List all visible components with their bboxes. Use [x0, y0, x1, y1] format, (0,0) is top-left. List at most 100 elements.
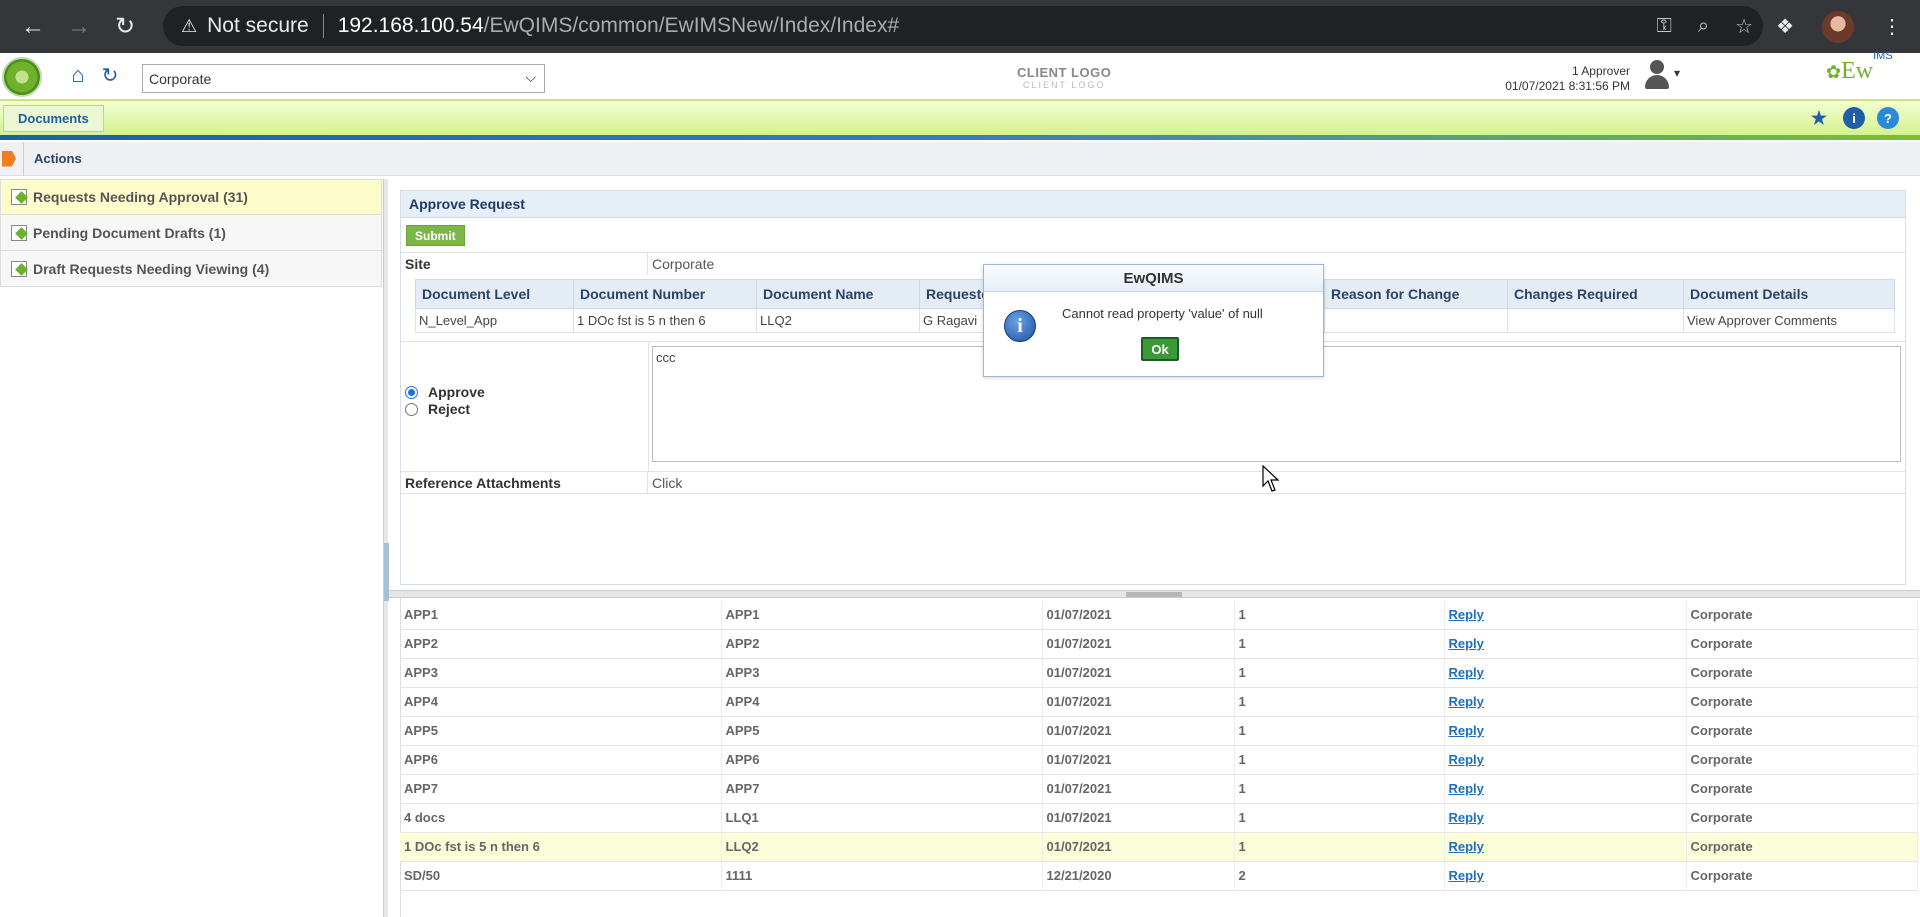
cell-document-number: APP7: [400, 774, 722, 804]
reply-link[interactable]: Reply: [1444, 861, 1687, 891]
menu-icon[interactable]: ⋮: [1882, 14, 1902, 39]
brand-logo: ✿EwIMS: [1826, 50, 1893, 85]
client-logo-mirror: CLIENT LOGO: [1022, 80, 1106, 90]
submit-button[interactable]: Submit: [406, 225, 465, 246]
reply-link[interactable]: Reply: [1444, 629, 1687, 659]
reply-link[interactable]: Reply: [1444, 803, 1687, 833]
key-icon[interactable]: ⚿: [1657, 15, 1672, 38]
column-header: Document Level: [415, 279, 574, 309]
table-row[interactable]: APP5 APP5 01/07/2021 1 Reply Corporate: [400, 716, 1918, 746]
forward-icon[interactable]: →: [56, 4, 102, 50]
splitter-handle[interactable]: [1126, 592, 1182, 597]
actions-sidebar: Requests Needing Approval (31) Pending D…: [0, 179, 382, 287]
browser-actions: ❖ ⋮: [1776, 0, 1920, 53]
table-row[interactable]: 1 DOc fst is 5 n then 6 LLQ2 01/07/2021 1 Re…: [400, 832, 1918, 862]
reply-link[interactable]: Reply: [1444, 687, 1687, 717]
home-icon[interactable]: ⌂: [64, 61, 92, 89]
reply-link[interactable]: Reply: [1444, 716, 1687, 746]
address-bar[interactable]: ⚠ Not secure 192.168.100.54/EwQIMS/commo…: [163, 6, 1763, 46]
cell-document-name: APP1: [721, 600, 1043, 630]
user-info: 1 Approver 01/07/2021 8:31:56 PM: [1480, 64, 1630, 94]
profile-icon[interactable]: [1822, 10, 1854, 43]
table-row[interactable]: APP7 APP7 01/07/2021 1 Reply Corporate: [400, 774, 1918, 804]
vertical-splitter[interactable]: [383, 179, 389, 917]
extensions-icon[interactable]: ❖: [1776, 14, 1794, 39]
brand-main: Ew: [1841, 58, 1874, 84]
help-icon[interactable]: ?: [1877, 107, 1899, 129]
cell-count: 1: [1234, 658, 1445, 688]
site-select[interactable]: Corporate ⌵: [142, 64, 545, 93]
zoom-icon[interactable]: ⌕: [1698, 15, 1709, 38]
breadcrumb: Actions: [0, 141, 1920, 176]
refresh-icon[interactable]: ↻: [96, 61, 124, 89]
approve-radio[interactable]: [405, 385, 418, 399]
info-icon[interactable]: i: [1843, 107, 1865, 129]
table-row[interactable]: APP4 APP4 01/07/2021 1 Reply Corporate: [400, 687, 1918, 717]
approve-option[interactable]: Approve: [405, 384, 485, 400]
cell-document-number: SD/50: [400, 861, 722, 891]
reply-link[interactable]: Reply: [1444, 600, 1687, 630]
cell-date: 01/07/2021: [1042, 716, 1235, 746]
not-secure-label: Not secure: [207, 14, 309, 37]
cell-document-number: APP5: [400, 716, 722, 746]
cell-document-number: APP1: [400, 600, 722, 630]
cell-date: 01/07/2021: [1042, 745, 1235, 775]
brand-flower-icon: ✿: [1826, 62, 1842, 82]
reject-radio[interactable]: [405, 402, 418, 416]
cell-document-name: LLQ1: [721, 803, 1043, 833]
reply-link[interactable]: Reply: [1444, 832, 1687, 862]
cell-site: Corporate: [1686, 716, 1918, 746]
cell-document-name: APP4: [721, 687, 1043, 717]
cell-site: Corporate: [1686, 600, 1918, 630]
sidebar-item-label: Draft Requests Needing Viewing (4): [33, 260, 270, 277]
reject-option[interactable]: Reject: [405, 401, 470, 417]
draft-view-icon: [11, 260, 27, 277]
attachments-click-link[interactable]: Click: [648, 472, 682, 493]
cell-date: 01/07/2021: [1042, 600, 1235, 630]
sidebar-item-requests-needing-approval[interactable]: Requests Needing Approval (31): [0, 179, 382, 215]
table-row[interactable]: APP3 APP3 01/07/2021 1 Reply Corporate: [400, 658, 1918, 688]
info-icon: i: [1004, 310, 1036, 342]
back-icon[interactable]: ←: [10, 4, 56, 50]
reload-icon[interactable]: ↻: [102, 4, 148, 50]
user-role: 1 Approver: [1571, 64, 1630, 78]
table-row[interactable]: 4 docs LLQ1 01/07/2021 1 Reply Corporate: [400, 803, 1918, 833]
client-logo: CLIENT LOGO CLIENT LOGO: [1017, 66, 1111, 92]
sidebar-item-draft-requests-needing-viewing[interactable]: Draft Requests Needing Viewing (4): [0, 251, 382, 287]
horizontal-splitter[interactable]: [389, 590, 1920, 598]
site-label: Site: [401, 253, 648, 275]
document-number-link[interactable]: 1 DOc fst is 5 n then 6: [573, 308, 757, 333]
cell-document-name: 1111: [721, 861, 1043, 891]
reply-link[interactable]: Reply: [1444, 774, 1687, 804]
table-row[interactable]: SD/50 1111 12/21/2020 2 Reply Corporate: [400, 861, 1918, 891]
mouse-cursor-icon: [1262, 465, 1280, 492]
app-logo-icon[interactable]: [2, 57, 42, 97]
star-icon[interactable]: ☆: [1735, 14, 1753, 39]
pin-icon[interactable]: ★: [1808, 107, 1830, 129]
cell-date: 01/07/2021: [1042, 774, 1235, 804]
tab-documents[interactable]: Documents: [3, 105, 104, 132]
panel-title: Approve Request: [401, 191, 1905, 218]
cell-document-level: N_Level_App: [415, 308, 574, 333]
user-icon[interactable]: [1643, 58, 1671, 92]
breadcrumb-separator: [16, 141, 24, 176]
table-row[interactable]: APP2 APP2 01/07/2021 1 Reply Corporate: [400, 629, 1918, 659]
cell-count: 1: [1234, 803, 1445, 833]
table-row[interactable]: APP6 APP6 01/07/2021 1 Reply Corporate: [400, 745, 1918, 775]
reply-link[interactable]: Reply: [1444, 658, 1687, 688]
breadcrumb-actions[interactable]: Actions: [34, 151, 82, 166]
ok-button[interactable]: Ok: [1141, 337, 1179, 361]
cell-document-name: APP2: [721, 629, 1043, 659]
site-select-value: Corporate: [149, 70, 212, 87]
column-header: Changes Required: [1507, 279, 1684, 309]
cell-document-name: LLQ2: [721, 832, 1043, 862]
reply-link[interactable]: Reply: [1444, 745, 1687, 775]
sidebar-item-pending-document-drafts[interactable]: Pending Document Drafts (1): [0, 215, 382, 251]
chevron-down-icon: ⌵: [525, 69, 536, 85]
cell-site: Corporate: [1686, 861, 1918, 891]
table-row[interactable]: APP1 APP1 01/07/2021 1 Reply Corporate: [400, 600, 1918, 630]
cell-date: 01/07/2021: [1042, 658, 1235, 688]
user-menu-caret-icon[interactable]: ▾: [1674, 66, 1680, 80]
cell-count: 1: [1234, 774, 1445, 804]
view-approver-comments-link[interactable]: View Approver Comments: [1683, 308, 1895, 333]
